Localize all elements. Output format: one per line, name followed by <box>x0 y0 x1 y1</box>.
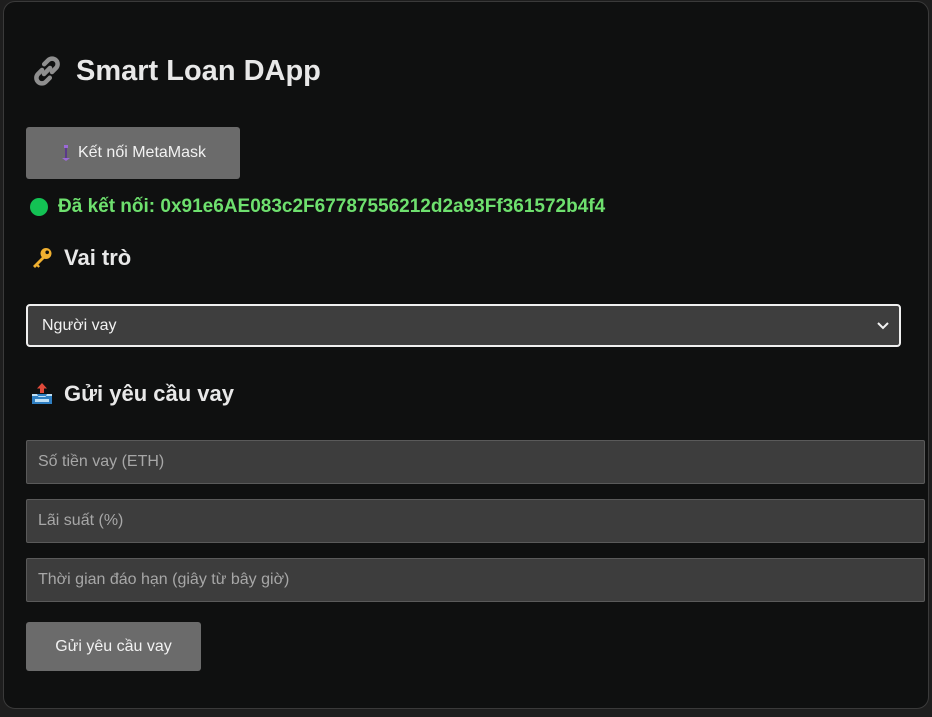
app-card <box>3 1 929 709</box>
role-select-value: Người vay <box>42 316 117 334</box>
chevron-down-icon <box>877 321 889 329</box>
connected-indicator-icon <box>30 198 48 216</box>
app-header: Smart Loan DApp <box>30 54 321 88</box>
connect-metamask-button[interactable]: Kết nối MetaMask <box>26 127 240 179</box>
connection-status-text: Đã kết nối: 0x91e6AE083c2F67787556212d2a… <box>58 196 606 217</box>
outbox-tray-icon <box>32 383 52 404</box>
loan-request-section-heading: Gửi yêu cầu vay <box>30 381 234 407</box>
maturity-time-input[interactable] <box>26 558 925 602</box>
loan-request-heading: Gửi yêu cầu vay <box>64 381 235 406</box>
connection-status: Đã kết nối: 0x91e6AE083c2F67787556212d2a… <box>30 196 605 218</box>
role-heading: Vai trò <box>64 245 132 270</box>
connect-button-label: Kết nối MetaMask <box>77 144 207 161</box>
interest-rate-input[interactable] <box>26 499 925 543</box>
role-select[interactable]: Người vay <box>26 304 901 347</box>
loan-amount-input[interactable] <box>26 440 925 484</box>
metamask-fox-icon <box>61 145 70 161</box>
submit-loan-request-button[interactable]: Gửi yêu cầu vay <box>26 622 201 671</box>
submit-button-label: Gửi yêu cầu vay <box>55 637 172 655</box>
role-section-heading: Vai trò <box>30 245 131 271</box>
link-icon <box>34 56 60 86</box>
page-title: Smart Loan DApp <box>76 54 321 87</box>
key-icon <box>33 248 52 268</box>
